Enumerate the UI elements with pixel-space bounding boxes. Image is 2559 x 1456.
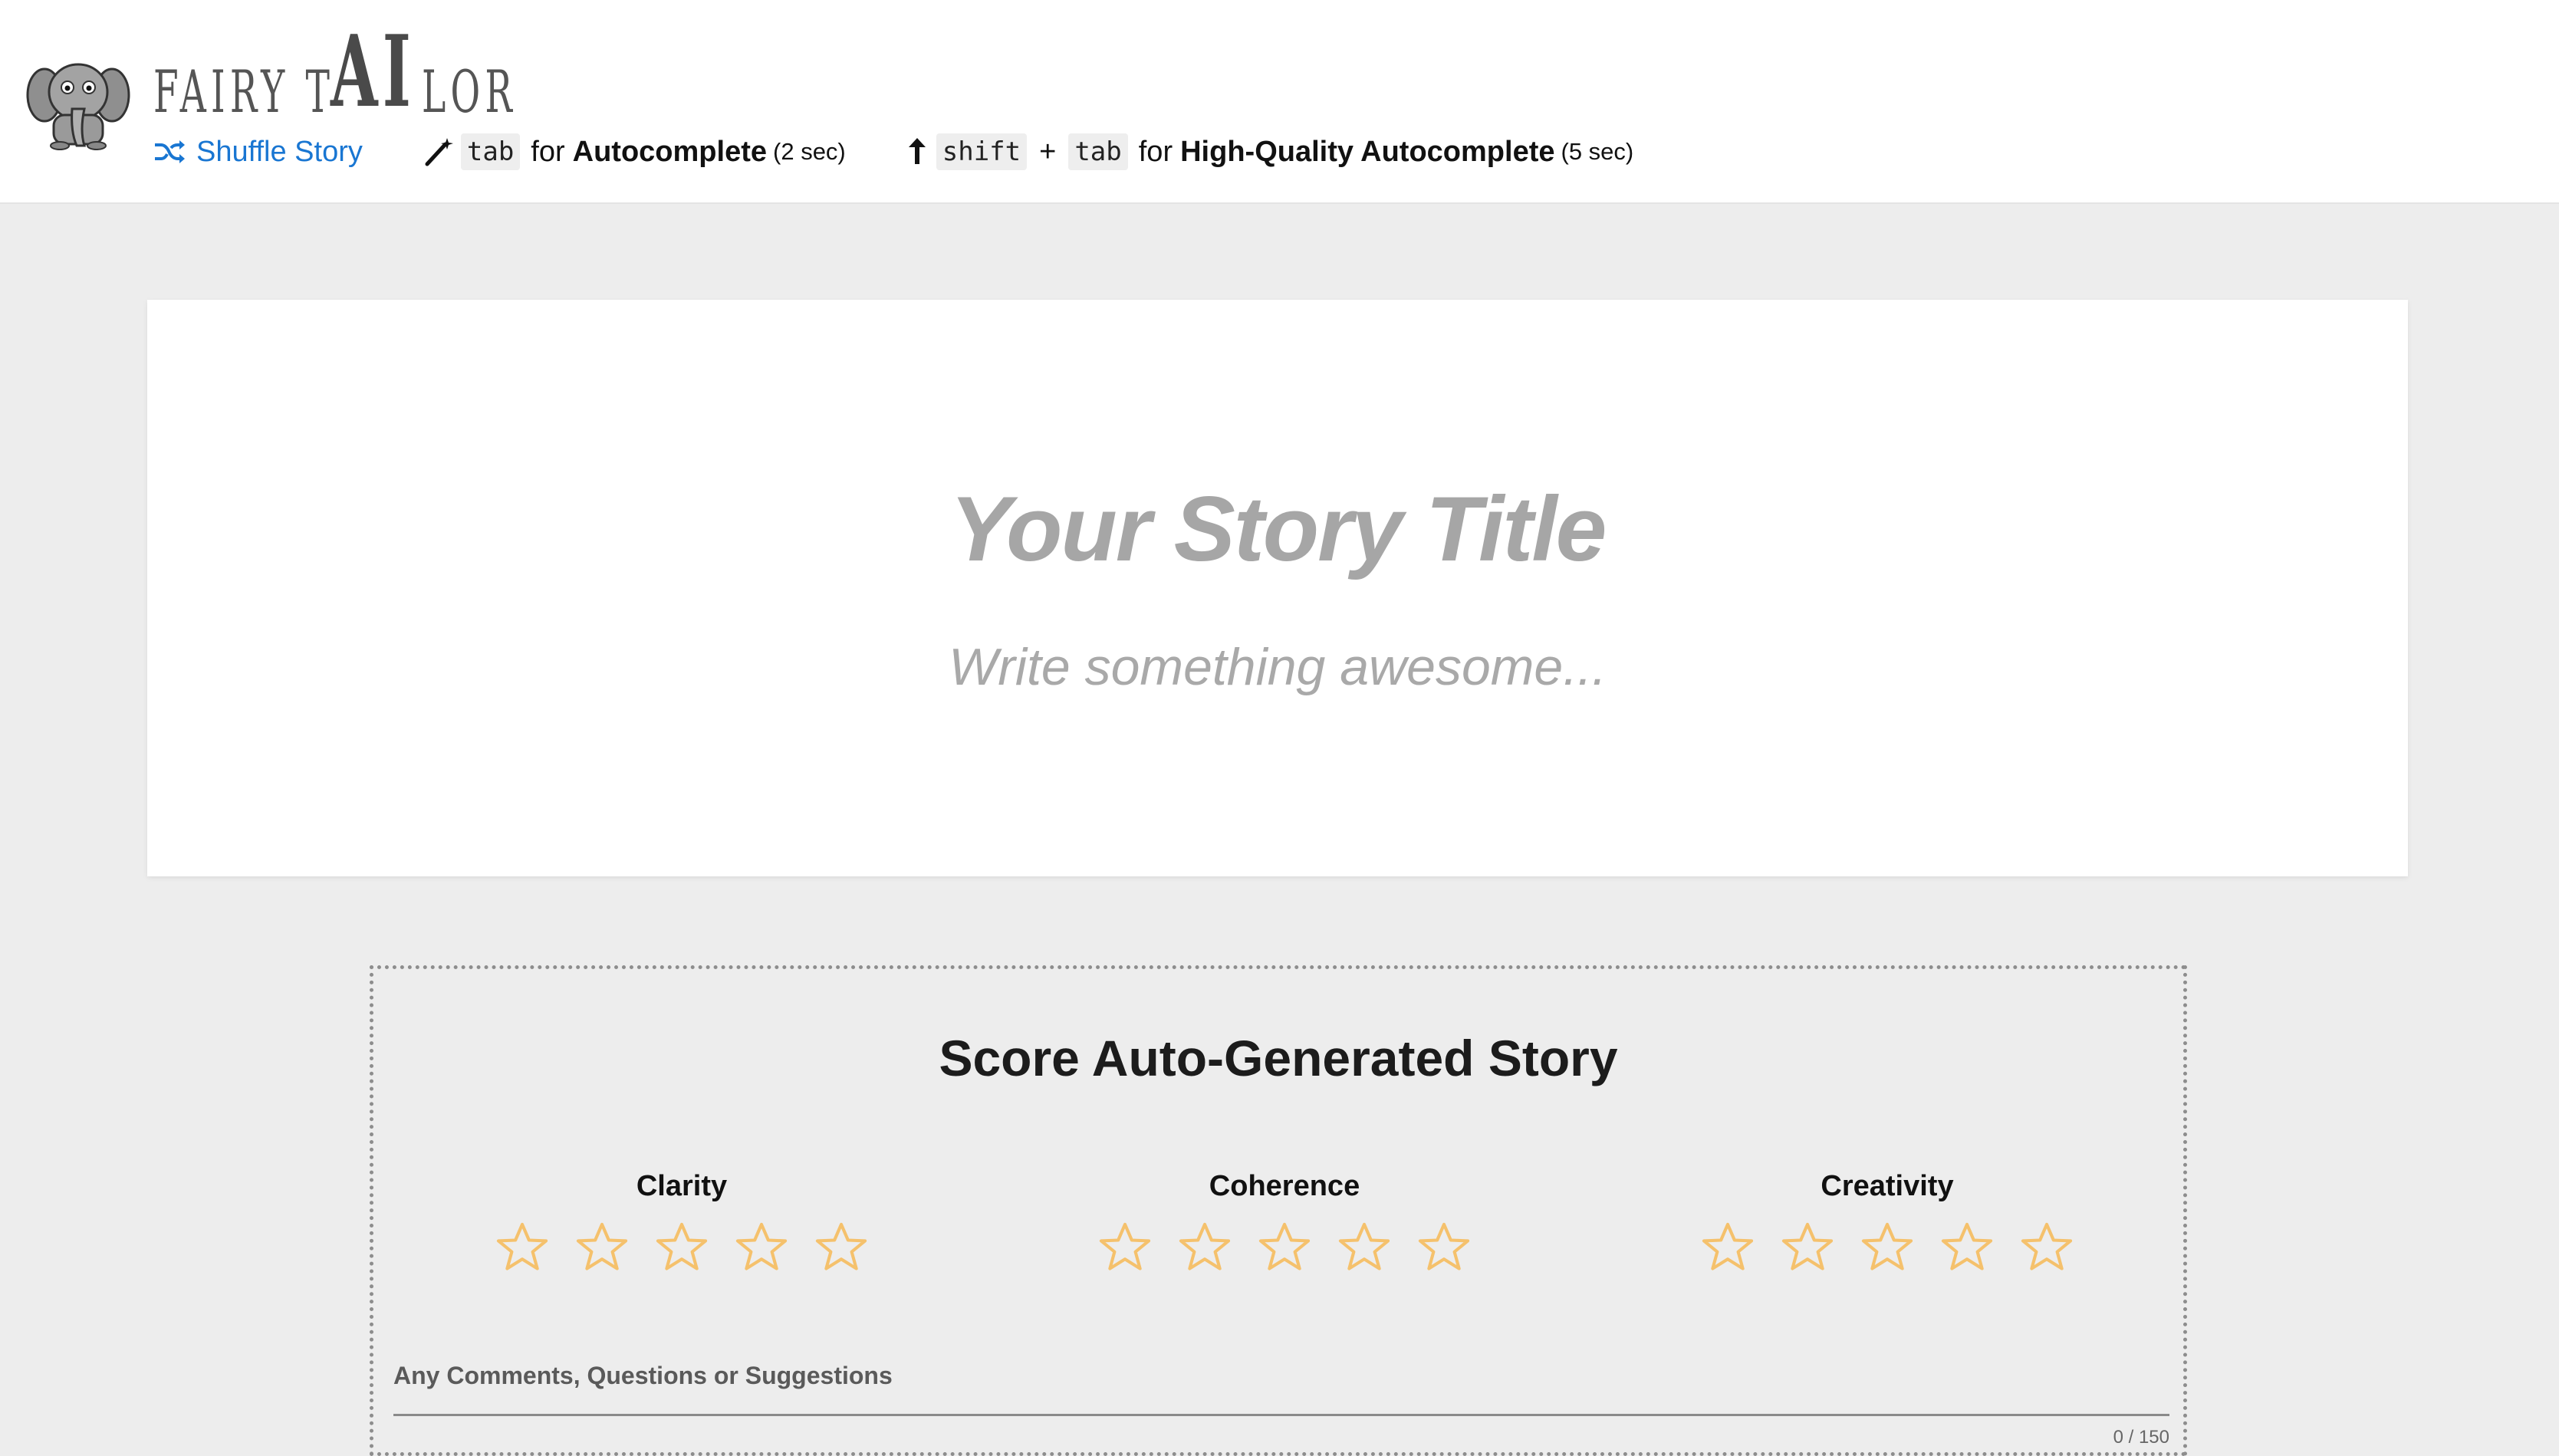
star-icon[interactable] [2018,1218,2076,1277]
star-icon[interactable] [653,1218,711,1277]
hq-autocomplete-hint: shift + tab for High-Quality Autocomplet… [906,133,1633,170]
brand-wordmark: FAIRY T AI LOR [153,21,575,121]
star-icon[interactable] [1255,1218,1314,1277]
star-rating [1085,1218,1484,1277]
star-icon[interactable] [1699,1218,1757,1277]
autocomplete-time: (2 sec) [773,138,846,165]
criterion-clarity: Clarity [482,1170,881,1277]
shift-key: shift [936,133,1028,170]
autocomplete-label: Autocomplete [572,135,768,168]
tab-key: tab [460,133,521,170]
shortcut-toolbar: Shuffle Story tab for Autocomplete (2 se… [153,129,1693,175]
magic-wand-icon [425,138,453,166]
star-icon[interactable] [1335,1218,1393,1277]
hq-autocomplete-label: High-Quality Autocomplete [1180,135,1555,168]
score-panel: Score Auto-Generated Story Clarity Coher… [370,965,2187,1456]
criterion-creativity: Creativity [1688,1170,2087,1277]
autocomplete-hint: tab for Autocomplete (2 sec) [423,133,846,170]
shuffle-icon [155,140,185,163]
hq-autocomplete-time: (5 sec) [1561,138,1634,165]
star-icon[interactable] [493,1218,551,1277]
comments-label: Any Comments, Questions or Suggestions [393,1362,893,1389]
character-counter: 0 / 150 [2113,1427,2169,1448]
story-title-input[interactable]: Your Story Title [147,476,2408,582]
star-icon[interactable] [812,1218,870,1277]
star-icon[interactable] [1096,1218,1154,1277]
plus-sign: + [1039,135,1057,168]
criterion-label: Creativity [1821,1170,1954,1202]
criterion-label: Coherence [1209,1170,1360,1202]
autocomplete-for-text: for [531,135,565,168]
star-rating [1688,1218,2087,1277]
comments-field: Any Comments, Questions or Suggestions 0… [393,1362,2169,1448]
tab-key-hq: tab [1068,133,1128,170]
brand-name-part2: LOR [422,58,518,126]
brand-name-ai: AI [330,15,416,130]
criterion-coherence: Coherence [1085,1170,1484,1277]
story-editor: Your Story Title Write something awesome… [147,300,2408,876]
brand-name-part1: FAIRY T [153,58,335,126]
shift-arrow-icon [908,138,926,164]
star-icon[interactable] [1938,1218,1996,1277]
criterion-label: Clarity [636,1170,728,1202]
shuffle-story-button[interactable]: Shuffle Story [153,136,363,169]
star-icon[interactable] [573,1218,631,1277]
elephant-logo-icon [26,63,130,150]
rating-criteria: Clarity Coherence Creativity [373,1170,2183,1308]
star-icon[interactable] [1415,1218,1473,1277]
hq-for-text: for [1138,135,1173,168]
score-heading: Score Auto-Generated Story [939,1030,1618,1086]
star-icon[interactable] [732,1218,791,1277]
star-icon[interactable] [1778,1218,1837,1277]
star-rating [482,1218,881,1277]
comments-input[interactable] [393,1395,2169,1416]
app-header: FAIRY T AI LOR Shuffle Story tab for Aut… [0,0,2559,204]
shuffle-story-label: Shuffle Story [196,135,363,168]
story-body-input[interactable]: Write something awesome... [147,637,2408,697]
star-icon[interactable] [1858,1218,1916,1277]
star-icon[interactable] [1176,1218,1234,1277]
